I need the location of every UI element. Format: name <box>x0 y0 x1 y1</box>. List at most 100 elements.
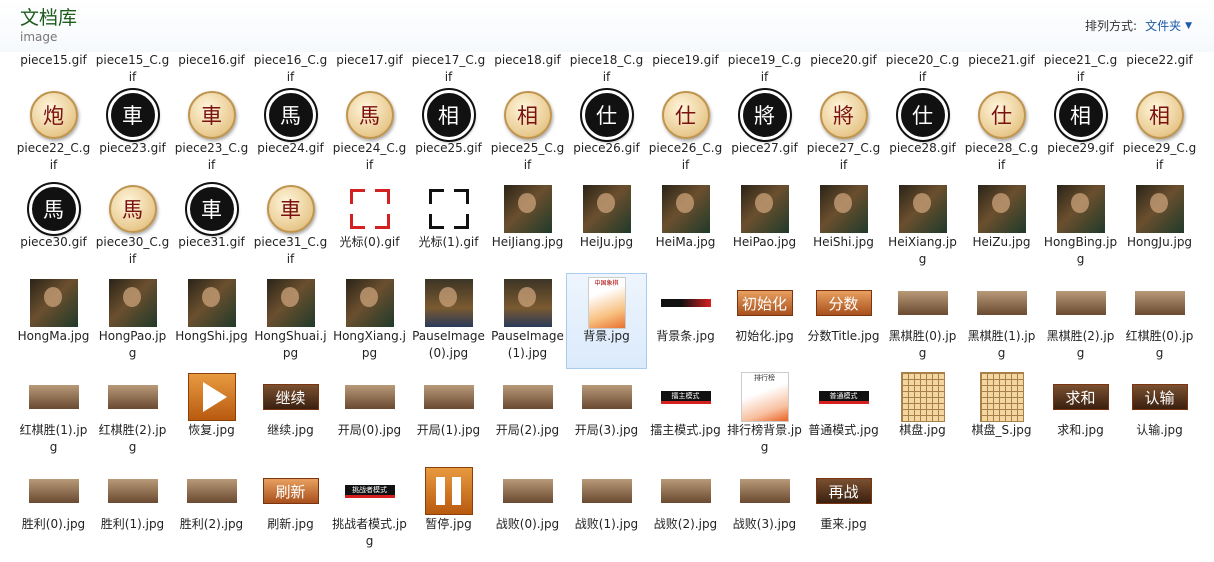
file-item[interactable]: 恢复.jpg <box>172 368 251 462</box>
file-item[interactable]: HongJu.jpg <box>1120 180 1199 274</box>
file-item[interactable]: 继续 继续.jpg <box>251 368 330 462</box>
file-item[interactable]: 光标(1).gif <box>409 180 488 274</box>
file-item[interactable]: 暂停.jpg <box>409 462 488 556</box>
file-name: piece29.gif <box>1047 141 1114 155</box>
file-item[interactable]: 馬 piece30_C.gif <box>93 180 172 274</box>
file-item[interactable]: PauseImage(0).jpg <box>409 274 488 368</box>
file-item[interactable]: piece15.gif <box>14 52 93 86</box>
file-item[interactable]: 开局(0).jpg <box>330 368 409 462</box>
file-item[interactable]: piece20_C.gif <box>883 52 962 86</box>
file-item[interactable]: piece16_C.gif <box>251 52 330 86</box>
file-item[interactable]: 开局(2).jpg <box>488 368 567 462</box>
file-item[interactable]: 中国象棋 背景.jpg <box>566 273 647 369</box>
file-item[interactable]: 棋盘_S.jpg <box>962 368 1041 462</box>
file-item[interactable]: 战败(3).jpg <box>725 462 804 556</box>
file-item[interactable]: HongShuai.jpg <box>251 274 330 368</box>
file-item[interactable]: 炮 piece22_C.gif <box>14 86 93 180</box>
file-item[interactable]: piece21_C.gif <box>1041 52 1120 86</box>
file-item[interactable]: 相 piece25.gif <box>409 86 488 180</box>
file-item[interactable]: 开局(1).jpg <box>409 368 488 462</box>
file-item[interactable]: HeiShi.jpg <box>804 180 883 274</box>
file-item[interactable]: HeiXiang.jpg <box>883 180 962 274</box>
file-item[interactable]: piece18.gif <box>488 52 567 86</box>
file-item[interactable]: 棋盘.jpg <box>883 368 962 462</box>
file-item[interactable]: 排行榜 排行榜背景.jpg <box>725 368 804 462</box>
file-item[interactable]: piece17_C.gif <box>409 52 488 86</box>
file-item[interactable]: 馬 piece24.gif <box>251 86 330 180</box>
file-name: HeiMa.jpg <box>655 235 716 249</box>
file-item[interactable]: piece15_C.gif <box>93 52 172 86</box>
file-item[interactable]: 普通模式 普通模式.jpg <box>804 368 883 462</box>
file-item[interactable]: 光标(0).gif <box>330 180 409 274</box>
file-item[interactable]: 背景条.jpg <box>646 274 725 368</box>
file-name: piece31_C.gif <box>253 235 328 266</box>
file-item[interactable]: piece20.gif <box>804 52 883 86</box>
file-item[interactable]: 战败(2).jpg <box>646 462 725 556</box>
file-item[interactable]: 求和 求和.jpg <box>1041 368 1120 462</box>
file-item[interactable]: 胜利(0).jpg <box>14 462 93 556</box>
file-item[interactable]: piece19.gif <box>646 52 725 86</box>
file-item[interactable]: 將 piece27_C.gif <box>804 86 883 180</box>
file-item[interactable]: HongBing.jpg <box>1041 180 1120 274</box>
file-thumbnail <box>23 372 85 422</box>
file-item[interactable]: PauseImage(1).jpg <box>488 274 567 368</box>
file-thumbnail <box>339 278 401 328</box>
file-item[interactable]: 仕 piece28.gif <box>883 86 962 180</box>
file-item[interactable]: 相 piece29_C.gif <box>1120 86 1199 180</box>
file-name: 擂主模式.jpg <box>650 423 721 437</box>
file-item[interactable]: HeiZu.jpg <box>962 180 1041 274</box>
file-item[interactable]: 黑棋胜(2).jpg <box>1041 274 1120 368</box>
file-item[interactable]: 仕 piece26_C.gif <box>646 86 725 180</box>
file-item[interactable]: 再战 重来.jpg <box>804 462 883 556</box>
arrange-by-dropdown[interactable]: 文件夹 ▼ <box>1145 17 1192 34</box>
file-item[interactable]: 馬 piece30.gif <box>14 180 93 274</box>
file-item[interactable]: 相 piece25_C.gif <box>488 86 567 180</box>
file-item[interactable]: piece17.gif <box>330 52 409 86</box>
file-item[interactable]: 红棋胜(0).jpg <box>1120 274 1199 368</box>
file-item[interactable]: 认输 认输.jpg <box>1120 368 1199 462</box>
file-item[interactable]: HongMa.jpg <box>14 274 93 368</box>
file-item[interactable]: 車 piece23_C.gif <box>172 86 251 180</box>
file-item[interactable]: 將 piece27.gif <box>725 86 804 180</box>
file-item[interactable]: HongShi.jpg <box>172 274 251 368</box>
file-item[interactable]: 红棋胜(2).jpg <box>93 368 172 462</box>
file-item[interactable]: 車 piece31_C.gif <box>251 180 330 274</box>
file-item[interactable]: piece16.gif <box>172 52 251 86</box>
file-item[interactable]: 分数 分数Title.jpg <box>804 274 883 368</box>
file-item[interactable]: 刷新 刷新.jpg <box>251 462 330 556</box>
file-item[interactable]: 仕 piece28_C.gif <box>962 86 1041 180</box>
file-item[interactable]: piece18_C.gif <box>567 52 646 86</box>
file-item[interactable]: 擂主模式 擂主模式.jpg <box>646 368 725 462</box>
file-item[interactable]: 黑棋胜(1).jpg <box>962 274 1041 368</box>
banner-thumbnail <box>423 385 474 409</box>
file-item[interactable]: HeiJu.jpg <box>567 180 646 274</box>
file-item[interactable]: 黑棋胜(0).jpg <box>883 274 962 368</box>
file-item[interactable]: 开局(3).jpg <box>567 368 646 462</box>
file-thumbnail <box>181 466 243 516</box>
file-item[interactable]: piece19_C.gif <box>725 52 804 86</box>
file-item[interactable]: 相 piece29.gif <box>1041 86 1120 180</box>
file-item[interactable]: 仕 piece26.gif <box>567 86 646 180</box>
file-item[interactable]: HeiJiang.jpg <box>488 180 567 274</box>
file-thumbnail <box>339 372 401 422</box>
file-item[interactable]: HongXiang.jpg <box>330 274 409 368</box>
file-item[interactable]: HongPao.jpg <box>93 274 172 368</box>
file-item[interactable]: 战败(1).jpg <box>567 462 646 556</box>
file-name: PauseImage(0).jpg <box>412 329 485 360</box>
file-thumbnail <box>181 278 243 328</box>
file-item[interactable]: 車 piece23.gif <box>93 86 172 180</box>
file-item[interactable]: 胜利(2).jpg <box>172 462 251 556</box>
file-item[interactable]: 战败(0).jpg <box>488 462 567 556</box>
file-item[interactable]: 红棋胜(1).jpg <box>14 368 93 462</box>
file-item[interactable]: HeiMa.jpg <box>646 180 725 274</box>
file-item[interactable]: 馬 piece24_C.gif <box>330 86 409 180</box>
file-item[interactable]: HeiPao.jpg <box>725 180 804 274</box>
file-item[interactable]: piece22.gif <box>1120 52 1199 86</box>
file-item[interactable]: 胜利(1).jpg <box>93 462 172 556</box>
file-item[interactable]: piece21.gif <box>962 52 1041 86</box>
file-item[interactable]: 初始化 初始化.jpg <box>725 274 804 368</box>
file-thumbnail <box>102 466 164 516</box>
file-item[interactable]: 挑战者模式 挑战者模式.jpg <box>330 462 409 556</box>
file-item[interactable]: 車 piece31.gif <box>172 180 251 274</box>
file-thumbnail <box>418 466 480 516</box>
